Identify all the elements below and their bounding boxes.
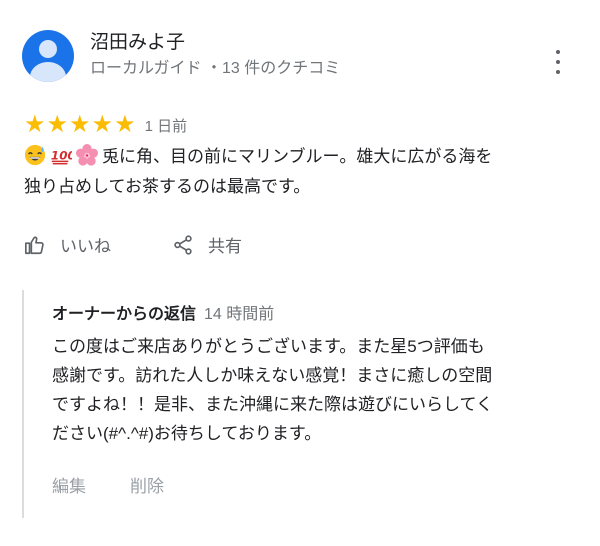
- review-text: 100 兎に角、目の前にマリンブルー。雄大に広がる海を 独り占めしてお茶するのは…: [24, 142, 584, 202]
- more-options-button[interactable]: [552, 50, 564, 74]
- review-text-line2: 独り占めしてお茶するのは最高です。: [24, 177, 311, 196]
- share-icon: [174, 234, 192, 255]
- owner-reply-date: 14 時間前: [204, 306, 275, 323]
- more-dot-icon: [556, 70, 560, 74]
- star-rating-icon: ★★★★★: [24, 111, 137, 138]
- avatar-body: [30, 62, 66, 82]
- edit-reply-button[interactable]: 編集: [52, 472, 86, 497]
- grinning-sweat-icon: [24, 144, 46, 166]
- owner-reply-label: オーナーからの返信: [52, 306, 197, 323]
- share-label: 共有: [208, 237, 242, 256]
- owner-reply-line1: この度はご来店ありがとうございます。また星5つ評価も: [52, 337, 485, 356]
- owner-reply-text: この度はご来店ありがとうございます。また星5つ評価も 感謝です。訪れた人しか味え…: [52, 332, 580, 448]
- delete-reply-button[interactable]: 削除: [130, 472, 164, 497]
- thumb-up-icon: [25, 236, 44, 254]
- owner-reply: オーナーからの返信 14 時間前 この度はご来店ありがとうございます。また星5つ評…: [22, 290, 594, 518]
- review-text-line1: 兎に角、目の前にマリンブルー。雄大に広がる海を: [102, 147, 493, 166]
- like-label: いいね: [60, 237, 111, 256]
- reviewer-name[interactable]: 沼田みよ子: [90, 31, 340, 55]
- hundred-points-icon: 100: [51, 149, 72, 165]
- cherry-blossom-icon: [76, 144, 98, 166]
- review-card: 沼田みよ子 ローカルガイド ・13 件のクチコミ ★★★★★ 1 日前 100: [0, 0, 600, 546]
- svg-text:100: 100: [51, 149, 72, 163]
- review-date: 1 日前: [144, 117, 188, 135]
- more-dot-icon: [556, 50, 560, 54]
- owner-reply-line2: 感謝です。訪れた人しか味えない感覚！まさに癒しの空間: [52, 366, 493, 385]
- owner-reply-actions: 編集 削除: [52, 472, 164, 497]
- owner-reply-line3: ですよね！！是非、また沖縄に来た際は遊びにいらしてく: [52, 395, 493, 414]
- avatar-head: [39, 40, 57, 58]
- like-button[interactable]: いいね: [24, 232, 111, 257]
- reviewer-header: 沼田みよ子 ローカルガイド ・13 件のクチコミ: [22, 30, 340, 82]
- avatar[interactable]: [22, 30, 74, 82]
- more-dot-icon: [556, 60, 560, 64]
- reviewer-info: 沼田みよ子 ローカルガイド ・13 件のクチコミ: [90, 31, 340, 81]
- owner-reply-line4: ださい(#^.^#)お待ちしております。: [52, 424, 322, 443]
- share-button[interactable]: 共有: [172, 232, 242, 257]
- reviewer-meta[interactable]: ローカルガイド ・13 件のクチコミ: [90, 57, 340, 81]
- owner-reply-header: オーナーからの返信 14 時間前: [52, 304, 274, 326]
- rating-row: ★★★★★ 1 日前: [24, 112, 187, 138]
